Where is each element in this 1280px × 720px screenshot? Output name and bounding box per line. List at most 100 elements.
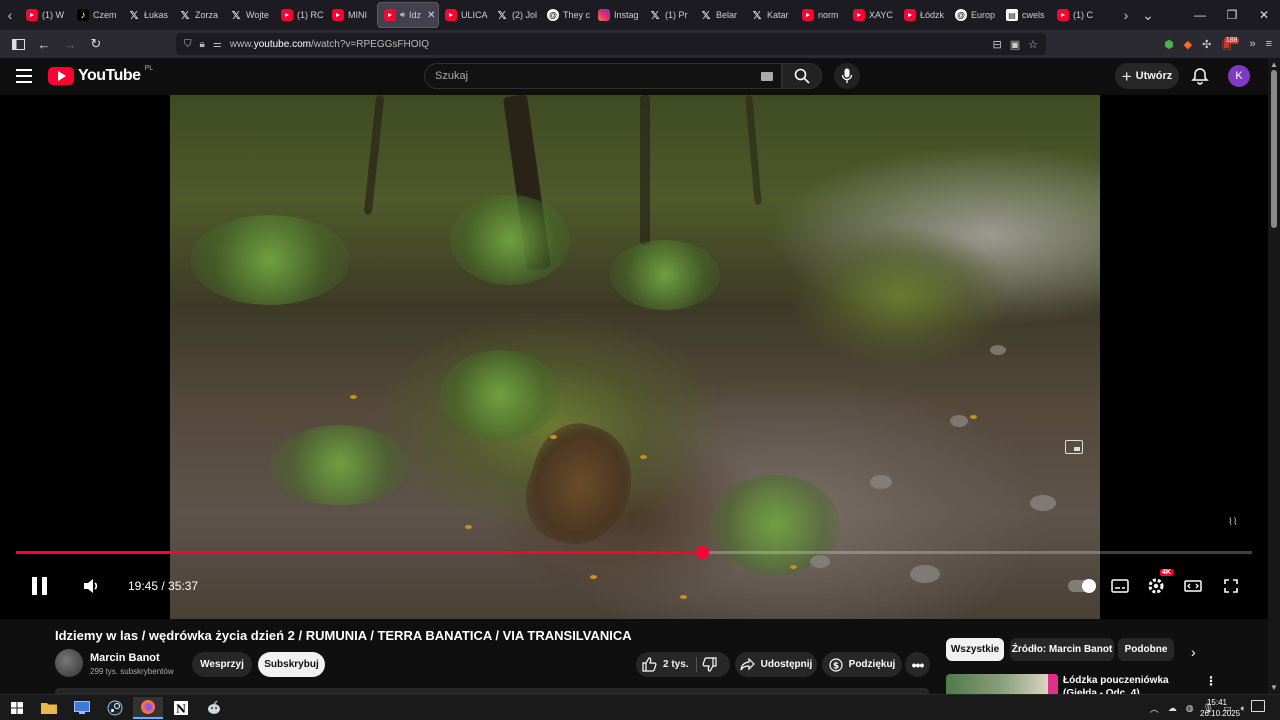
channel-name[interactable]: Marcin Banot [90,652,160,664]
video-player[interactable]: ⌇⌇ 19:45 / 35:37 4K [0,95,1268,619]
tray-chevron-icon[interactable]: ︿ [1150,702,1159,715]
tabs-scroll-right-button[interactable]: › [1116,0,1136,30]
like-button[interactable]: 2 tys. [642,656,694,673]
browser-tab[interactable]: 𝕏 Wojte [224,2,275,28]
page-scrollbar[interactable]: ▲ ▼ [1268,58,1280,694]
support-button[interactable]: Wesprzyj [192,652,252,677]
more-actions-button[interactable]: ••• [905,652,930,677]
autoplay-toggle[interactable] [1068,579,1096,593]
chip-all[interactable]: Wszystkie [946,638,1004,661]
browser-tab[interactable]: 𝕏 Łukas [122,2,173,28]
chip-related[interactable]: Podobne [1118,638,1174,661]
fox-extension-icon[interactable]: ◆ [1184,38,1192,51]
browser-tab[interactable]: 𝕏 (2) Jol [490,2,541,28]
tabs-scroll-left-button[interactable]: ‹ [0,0,20,30]
notifications-bell-icon[interactable] [1190,66,1210,86]
volume-icon[interactable] [80,575,102,597]
restore-button[interactable]: ❐ [1216,8,1248,22]
pause-button[interactable] [32,577,48,595]
dislike-button[interactable] [702,657,722,673]
start-windows-icon[interactable] [2,697,32,719]
browser-tab[interactable]: norm [796,2,847,28]
permissions-icon[interactable]: ⚌ [213,39,222,50]
theater-mode-icon[interactable] [1181,574,1205,598]
reader-view-icon[interactable]: ⊟ [993,38,1002,51]
subscribe-button[interactable]: Subskrybuj [258,652,325,677]
browser-tab[interactable]: MINI [326,2,377,28]
channel-watermark[interactable]: ⌇⌇ [1228,517,1238,528]
reload-button[interactable]: ↻ [84,32,108,56]
account-avatar[interactable]: K [1228,65,1250,87]
shield-extension-icon[interactable]: ⬢ [1164,38,1174,51]
youtube-logo[interactable]: YouTube PL [48,65,153,85]
browser-tab[interactable]: @ They c [541,2,592,28]
picture-in-picture-icon[interactable]: ▣ [1010,38,1020,51]
browser-tab[interactable]: @ Europ [949,2,1000,28]
browser-tab[interactable]: ULICA [439,2,490,28]
scroll-down-arrow-icon[interactable]: ▼ [1270,683,1278,692]
browser-tab[interactable]: (1) RC [275,2,326,28]
recommendation-thumbnail[interactable] [946,674,1058,694]
browser-tab[interactable]: (1) W [20,2,71,28]
notification-center-icon[interactable] [1251,700,1265,712]
thanks-button[interactable]: $ Podziękuj [822,652,902,677]
keyboard-icon[interactable] [761,72,773,81]
browser-tab[interactable]: ♪ Czem [71,2,122,28]
create-button[interactable]: + Utwórz [1115,63,1179,89]
lock-icon[interactable]: 🔒︎ [200,39,205,50]
address-bar[interactable]: ⛉ 🔒︎ ⚌ www.youtube.com/watch?v=RPEGGsFHO… [176,33,1046,55]
guide-menu-icon[interactable] [16,69,32,83]
fullscreen-icon[interactable] [1219,574,1243,598]
tracking-protection-icon[interactable]: ⛉ [184,39,192,50]
extensions-puzzle-icon[interactable]: ✣ [1202,38,1211,51]
browser-tab[interactable]: 𝕏 Zorza [173,2,224,28]
speaker-icon[interactable]: 🔈︎ [1241,703,1246,714]
more-vertical-icon[interactable]: ⋮ [1205,674,1217,688]
forward-button[interactable]: → [58,32,82,56]
onedrive-cloud-icon[interactable]: ☁ [1168,703,1177,714]
subtitles-icon[interactable] [1108,574,1132,598]
scroll-up-arrow-icon[interactable]: ▲ [1270,60,1278,69]
browser-tab[interactable]: 🔊︎ Idz ✕ [377,2,439,28]
browser-tab[interactable]: 𝕏 Katar [745,2,796,28]
tab-list-dropdown-button[interactable]: ⌄ [1138,0,1158,30]
chevron-right-icon[interactable]: › [1191,644,1196,660]
minimize-button[interactable]: — [1184,8,1216,22]
progress-bar[interactable] [16,546,1252,559]
back-button[interactable]: ← [32,32,56,56]
browser-tab[interactable]: ▤ cwels [1000,2,1051,28]
recommendation-title[interactable]: Łódzka pouczeniówka (Giełda - Odc. 4) [1063,674,1203,694]
video-frame[interactable] [170,95,1100,619]
monitor-app-icon[interactable] [67,697,97,719]
voice-search-button[interactable] [834,63,860,89]
browser-tab[interactable]: 𝕏 Belar [694,2,745,28]
browser-tab[interactable]: XAYC [847,2,898,28]
channel-avatar[interactable] [55,649,83,677]
assistant-app-icon[interactable] [199,697,229,719]
bookmark-star-icon[interactable]: ☆ [1028,38,1038,51]
miniplayer-icon[interactable] [1065,440,1083,454]
scrollbar-thumb[interactable] [1271,70,1277,228]
system-clock[interactable]: 15:41 26.10.2025 [1200,697,1240,719]
search-button[interactable] [782,63,822,89]
firefox-icon[interactable] [133,697,163,719]
progress-scrubber[interactable] [695,546,709,559]
settings-gear-icon[interactable] [1144,574,1168,598]
chip-from-channel[interactable]: Źródło: Marcin Banot [1010,638,1114,661]
file-explorer-icon[interactable] [34,697,64,719]
overflow-chevron-icon[interactable]: » [1249,38,1255,50]
tray-app-icon[interactable]: ◍ [1186,703,1194,714]
steam-icon[interactable] [100,697,130,719]
tab-close-icon[interactable]: ✕ [427,10,435,21]
ublock-extension-icon[interactable]: ▣188 [1221,36,1247,51]
notion-icon[interactable]: N [166,697,196,719]
browser-tab[interactable]: (1) C [1051,2,1102,28]
browser-tab[interactable]: 𝕏 (1) Pr [643,2,694,28]
share-button[interactable]: Udostępnij [735,652,817,677]
browser-tab[interactable]: Łódzk [898,2,949,28]
sidebar-toggle-icon[interactable] [6,32,30,56]
close-window-button[interactable]: ✕ [1248,8,1280,22]
tab-audio-icon[interactable]: 🔊︎ [400,10,405,20]
search-input[interactable]: Szukaj [424,63,782,89]
browser-tab[interactable]: Instag [592,2,643,28]
